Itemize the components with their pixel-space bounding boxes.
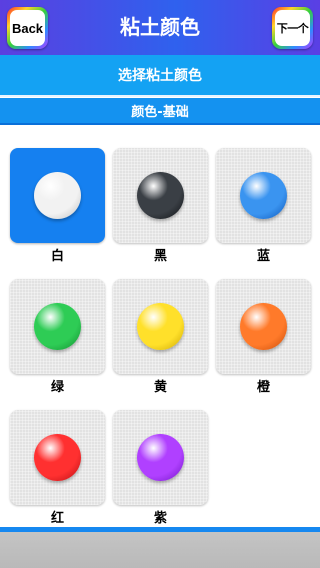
- color-grid: 白 黑 蓝 绿 黄 橙 红 紫: [0, 125, 320, 527]
- clay-ball-icon: [137, 434, 184, 481]
- color-option-green[interactable]: 绿: [10, 279, 105, 396]
- clay-ball-icon: [137, 303, 184, 350]
- color-tile: [10, 148, 105, 243]
- color-option-black[interactable]: 黑: [113, 148, 208, 265]
- color-label: 绿: [50, 380, 64, 395]
- color-tile: [10, 410, 105, 505]
- color-tile: [113, 410, 208, 505]
- color-tile: [113, 279, 208, 374]
- color-label: 黄: [153, 380, 167, 395]
- color-label: 白: [50, 249, 64, 264]
- select-color-bar: 选择粘土颜色: [0, 55, 320, 97]
- color-tile: [216, 279, 311, 374]
- color-option-purple[interactable]: 紫: [113, 410, 208, 527]
- color-label: 红: [50, 511, 64, 526]
- clay-ball-icon: [34, 434, 81, 481]
- color-label: 橙: [256, 380, 270, 395]
- color-label: 蓝: [256, 249, 270, 264]
- color-option-orange[interactable]: 橙: [216, 279, 311, 396]
- clay-ball-icon: [34, 303, 81, 350]
- next-button[interactable]: 下一个: [272, 7, 313, 49]
- color-option-white[interactable]: 白: [10, 148, 105, 265]
- color-option-blue[interactable]: 蓝: [216, 148, 311, 265]
- color-label: 紫: [153, 511, 167, 526]
- color-label: 黑: [153, 249, 167, 264]
- clay-ball-icon: [240, 172, 287, 219]
- footer-bar: [0, 532, 320, 568]
- clay-ball-icon: [240, 303, 287, 350]
- clay-ball-icon: [34, 172, 81, 219]
- back-button-label: Back: [10, 10, 45, 46]
- color-tile: [113, 148, 208, 243]
- color-tile: [10, 279, 105, 374]
- next-button-label: 下一个: [275, 10, 310, 46]
- color-tile: [216, 148, 311, 243]
- color-option-red[interactable]: 红: [10, 410, 105, 527]
- back-button[interactable]: Back: [7, 7, 48, 49]
- clay-ball-icon: [137, 172, 184, 219]
- app-header: 粘土颜色 Back 下一个: [0, 0, 320, 55]
- category-bar[interactable]: 颜色-基础: [0, 98, 320, 125]
- color-option-yellow[interactable]: 黄: [113, 279, 208, 396]
